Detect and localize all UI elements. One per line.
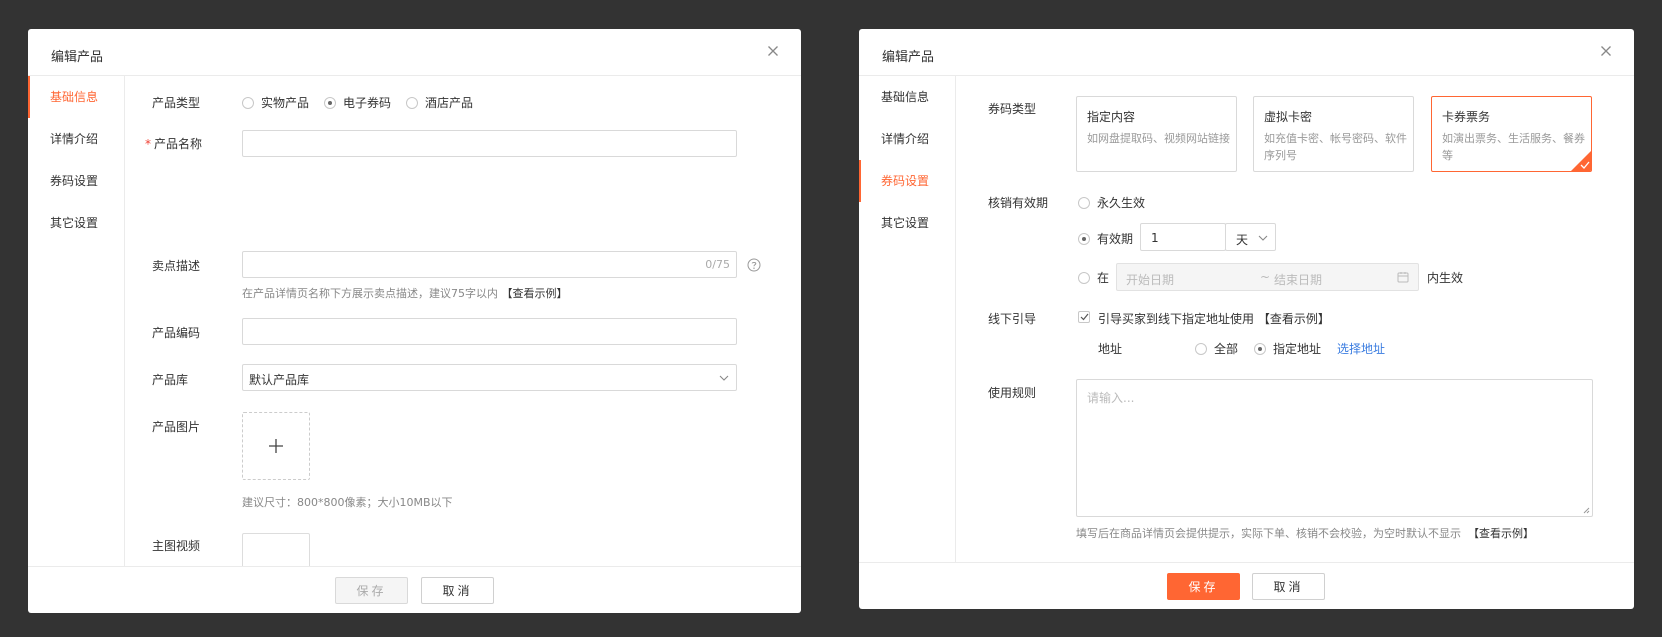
- radio-physical-product[interactable]: 实物产品: [242, 94, 309, 111]
- selling-point-input[interactable]: 0/75: [242, 251, 737, 278]
- validity-label: 核销有效期: [988, 196, 1049, 210]
- product-library-select[interactable]: 默认产品库: [242, 364, 737, 391]
- plus-icon: [269, 439, 283, 453]
- selling-point-label: 卖点描述: [152, 259, 201, 273]
- radio-address-all[interactable]: 全部: [1195, 340, 1238, 357]
- view-example-link[interactable]: 【查看示例】: [1258, 312, 1330, 326]
- radio-hotel-product[interactable]: 酒店产品: [406, 94, 473, 111]
- product-code-input[interactable]: [242, 318, 737, 345]
- coupon-type-label: 券码类型: [988, 102, 1037, 116]
- sidebar-item-other-settings[interactable]: 其它设置: [859, 202, 955, 244]
- sidebar-item-coupon-settings[interactable]: 券码设置: [28, 160, 124, 202]
- sidebar-item-basic-info[interactable]: 基础信息: [859, 76, 955, 118]
- form-body: 产品类型 实物产品 电子券码 酒店产品 * 产品名称 卖点描述 0/75 在产品详…: [124, 76, 801, 566]
- chevron-down-icon: [719, 375, 729, 381]
- radio-e-coupon[interactable]: 电子券码: [324, 94, 391, 111]
- offline-guide-checkbox[interactable]: [1078, 311, 1090, 323]
- end-date-placeholder: 结束日期: [1274, 273, 1323, 287]
- check-icon: [1580, 161, 1590, 169]
- edit-product-dialog-basic: 编辑产品 基础信息 详情介绍 券码设置 其它设置 产品类型 实物产品 电子券码 …: [28, 29, 801, 613]
- coupon-card-ticketing[interactable]: 卡券票务 如演出票务、生活服务、餐券等: [1431, 96, 1592, 172]
- usage-rules-textarea[interactable]: 请输入...: [1076, 379, 1593, 517]
- radio-date-range[interactable]: 在: [1078, 269, 1109, 286]
- radio-circle: [406, 96, 418, 109]
- radio-circle: [1078, 196, 1090, 209]
- selling-point-hint: 在产品详情页名称下方展示卖点描述，建议75字以内 【查看示例】: [242, 287, 568, 300]
- product-images-label: 产品图片: [152, 420, 201, 434]
- product-type-label: 产品类型: [152, 96, 201, 110]
- product-name-label: * 产品名称: [145, 137, 203, 151]
- check-icon: [1080, 313, 1089, 321]
- radio-circle: [1195, 342, 1207, 355]
- chevron-down-icon: [1258, 235, 1268, 241]
- view-example-link[interactable]: 【查看示例】: [1468, 527, 1534, 540]
- product-library-label: 产品库: [152, 373, 189, 387]
- dialog-footer: 保存 取消: [28, 566, 801, 613]
- dialog-footer: 保存 取消: [859, 562, 1634, 609]
- usage-rules-hint: 填写后在商品详情页会提供提示，实际下单、核销不会校验，为空时默认不显示 【查看示…: [1076, 527, 1534, 540]
- image-upload-box[interactable]: [242, 412, 310, 480]
- radio-circle: [242, 96, 254, 109]
- char-counter: 0/75: [705, 258, 730, 271]
- edit-product-dialog-coupon: 编辑产品 基础信息 详情介绍 券码设置 其它设置 券码类型 指定内容 如网盘提取…: [859, 29, 1634, 609]
- choose-address-link[interactable]: 选择地址: [1337, 340, 1385, 357]
- required-mark: *: [145, 137, 151, 151]
- address-label: 地址: [1098, 342, 1123, 356]
- offline-guide-label: 线下引导: [988, 312, 1037, 326]
- sidebar-item-basic-info[interactable]: 基础信息: [28, 76, 124, 118]
- image-size-hint: 建议尺寸：800*800像素；大小10MB以下: [242, 496, 453, 509]
- radio-circle-selected: [324, 96, 336, 109]
- form-body: 券码类型 指定内容 如网盘提取码、视频网站链接 虚拟卡密 如充值卡密、帐号密码、…: [955, 76, 1634, 562]
- cancel-button[interactable]: 取消: [1252, 573, 1325, 600]
- sidebar-item-details[interactable]: 详情介绍: [859, 118, 955, 160]
- offline-guide-text: 引导买家到线下指定地址使用 【查看示例】: [1098, 312, 1330, 326]
- product-code-label: 产品编码: [152, 326, 201, 340]
- close-icon[interactable]: [1598, 43, 1614, 59]
- sidebar-item-other-settings[interactable]: 其它设置: [28, 202, 124, 244]
- radio-forever-valid[interactable]: 永久生效: [1078, 194, 1145, 211]
- video-upload-box[interactable]: [242, 533, 310, 566]
- radio-circle-selected: [1078, 232, 1090, 245]
- radio-valid-period[interactable]: 有效期: [1078, 230, 1133, 247]
- range-suffix: 内生效: [1427, 271, 1464, 285]
- sidebar-item-details[interactable]: 详情介绍: [28, 118, 124, 160]
- radio-address-specified[interactable]: 指定地址: [1254, 340, 1321, 357]
- sidebar-nav: 基础信息 详情介绍 券码设置 其它设置: [859, 76, 955, 244]
- date-separator: ~: [1260, 270, 1271, 284]
- sidebar-item-coupon-settings[interactable]: 券码设置: [859, 160, 955, 202]
- help-icon[interactable]: [747, 258, 761, 272]
- start-date-placeholder: 开始日期: [1126, 273, 1175, 287]
- coupon-card-specified-content[interactable]: 指定内容 如网盘提取码、视频网站链接: [1076, 96, 1237, 172]
- close-icon[interactable]: [765, 43, 781, 59]
- period-unit-select[interactable]: 天: [1225, 223, 1276, 251]
- dialog-title: 编辑产品: [882, 50, 935, 65]
- coupon-card-virtual-key[interactable]: 虚拟卡密 如充值卡密、帐号密码、软件序列号: [1253, 96, 1414, 172]
- dialog-title: 编辑产品: [51, 50, 104, 65]
- radio-circle: [1078, 271, 1090, 284]
- radio-circle-selected: [1254, 342, 1266, 355]
- save-button[interactable]: 保存: [1167, 573, 1240, 600]
- save-button[interactable]: 保存: [335, 577, 408, 604]
- calendar-icon: [1397, 272, 1409, 283]
- usage-rules-label: 使用规则: [988, 386, 1037, 400]
- view-example-link[interactable]: 【查看示例】: [502, 287, 568, 300]
- main-video-label: 主图视频: [152, 539, 201, 553]
- dialog-header: 编辑产品: [28, 29, 801, 76]
- cancel-button[interactable]: 取消: [421, 577, 494, 604]
- date-range-picker[interactable]: 开始日期 ~ 结束日期: [1116, 263, 1419, 291]
- resize-handle-icon[interactable]: [1583, 507, 1590, 514]
- valid-period-input[interactable]: 1: [1140, 223, 1226, 251]
- sidebar-nav: 基础信息 详情介绍 券码设置 其它设置: [28, 76, 124, 244]
- dialog-header: 编辑产品: [859, 29, 1634, 76]
- product-name-input[interactable]: [242, 130, 737, 157]
